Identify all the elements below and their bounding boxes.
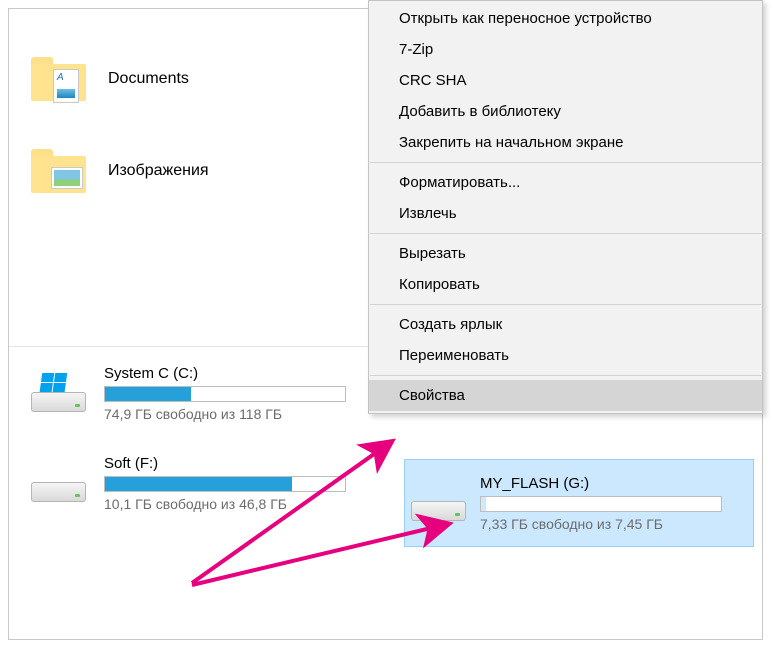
ctx-properties[interactable]: Свойства <box>369 380 762 411</box>
drive-icon <box>31 466 86 502</box>
folder-documents[interactable]: A Documents <box>31 57 189 101</box>
free-space-text: 74,9 ГБ свободно из 118 ГБ <box>104 406 364 422</box>
ctx-add-library[interactable]: Добавить в библиотеку <box>369 96 762 127</box>
section-divider <box>9 346 379 347</box>
ctx-eject[interactable]: Извлечь <box>369 198 762 229</box>
ctx-separator <box>370 304 761 305</box>
context-menu: Открыть как переносное устройство 7-Zip … <box>368 0 763 414</box>
folder-icon <box>31 149 86 193</box>
drive-soft-f[interactable]: Soft (F:) 10,1 ГБ свободно из 46,8 ГБ <box>31 455 364 512</box>
ctx-format[interactable]: Форматировать... <box>369 167 762 198</box>
free-space-text: 10,1 ГБ свободно из 46,8 ГБ <box>104 496 364 512</box>
ctx-separator <box>370 375 761 376</box>
ctx-7zip[interactable]: 7-Zip <box>369 34 762 65</box>
ctx-cut[interactable]: Вырезать <box>369 238 762 269</box>
ctx-separator <box>370 233 761 234</box>
capacity-bar <box>480 496 722 512</box>
drive-icon <box>411 485 466 521</box>
drive-system-c[interactable]: System C (C:) 74,9 ГБ свободно из 118 ГБ <box>31 365 364 422</box>
ctx-crc-sha[interactable]: CRC SHA <box>369 65 762 96</box>
free-space-text: 7,33 ГБ свободно из 7,45 ГБ <box>480 516 740 532</box>
folder-label: Documents <box>108 70 189 88</box>
drive-label: MY_FLASH (G:) <box>480 475 740 492</box>
ctx-separator <box>370 162 761 163</box>
ctx-pin-start[interactable]: Закрепить на начальном экране <box>369 127 762 158</box>
ctx-rename[interactable]: Переименовать <box>369 340 762 371</box>
folder-icon: A <box>31 57 86 101</box>
capacity-bar <box>104 476 346 492</box>
drive-label: Soft (F:) <box>104 455 364 472</box>
capacity-bar <box>104 386 346 402</box>
drive-icon <box>31 376 86 412</box>
folder-images[interactable]: Изображения <box>31 149 209 193</box>
ctx-shortcut[interactable]: Создать ярлык <box>369 309 762 340</box>
ctx-copy[interactable]: Копировать <box>369 269 762 300</box>
folder-label: Изображения <box>108 162 209 180</box>
drive-label: System C (C:) <box>104 365 364 382</box>
ctx-open-portable[interactable]: Открыть как переносное устройство <box>369 3 762 34</box>
drive-myflash-g[interactable]: MY_FLASH (G:) 7,33 ГБ свободно из 7,45 Г… <box>404 459 754 547</box>
